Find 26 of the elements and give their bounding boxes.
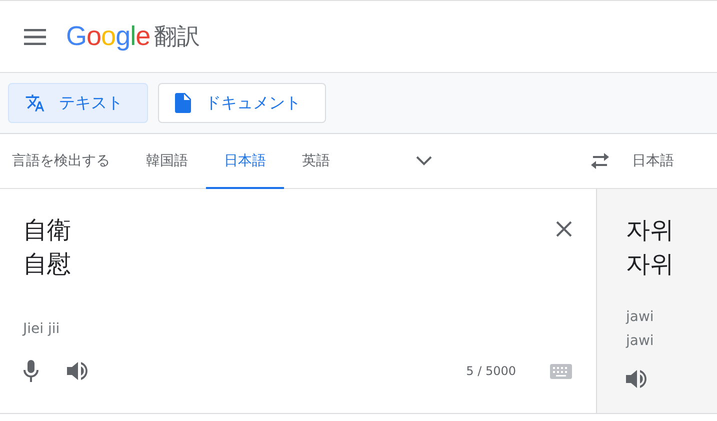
document-icon xyxy=(175,93,191,113)
speaker-icon[interactable] xyxy=(67,361,89,381)
romanization-text: jawi xyxy=(626,332,655,351)
language-tab[interactable]: 英語 xyxy=(284,134,348,189)
source-text: 自衛 xyxy=(23,215,71,246)
google-logo[interactable]: Google xyxy=(66,21,150,52)
swap-icon[interactable] xyxy=(589,153,611,169)
translate-icon xyxy=(25,93,45,113)
language-tab[interactable]: 日本語 xyxy=(206,134,284,189)
language-tab[interactable]: 言語を検出する xyxy=(0,134,128,189)
translation-text: 자위 xyxy=(626,249,674,280)
menu-icon[interactable] xyxy=(24,28,46,44)
source-text: 自慰 xyxy=(23,249,71,280)
romanization-text: jawi xyxy=(626,308,655,327)
mode-tab[interactable]: テキスト xyxy=(8,83,148,123)
app-title: 翻訳 xyxy=(154,23,200,52)
microphone-icon[interactable] xyxy=(23,360,39,382)
character-counter: 5 / 5000 xyxy=(466,364,516,378)
translation-text: 자위 xyxy=(626,215,674,246)
chevron-down-icon[interactable] xyxy=(416,156,432,166)
mode-tab[interactable]: ドキュメント xyxy=(158,83,326,123)
speaker-icon[interactable] xyxy=(626,369,648,389)
close-icon[interactable] xyxy=(556,221,572,237)
language-tab[interactable]: 韓国語 xyxy=(128,134,206,189)
language-tab[interactable]: 日本語 xyxy=(620,134,692,189)
romanization-text: Jiei jii xyxy=(23,321,61,337)
